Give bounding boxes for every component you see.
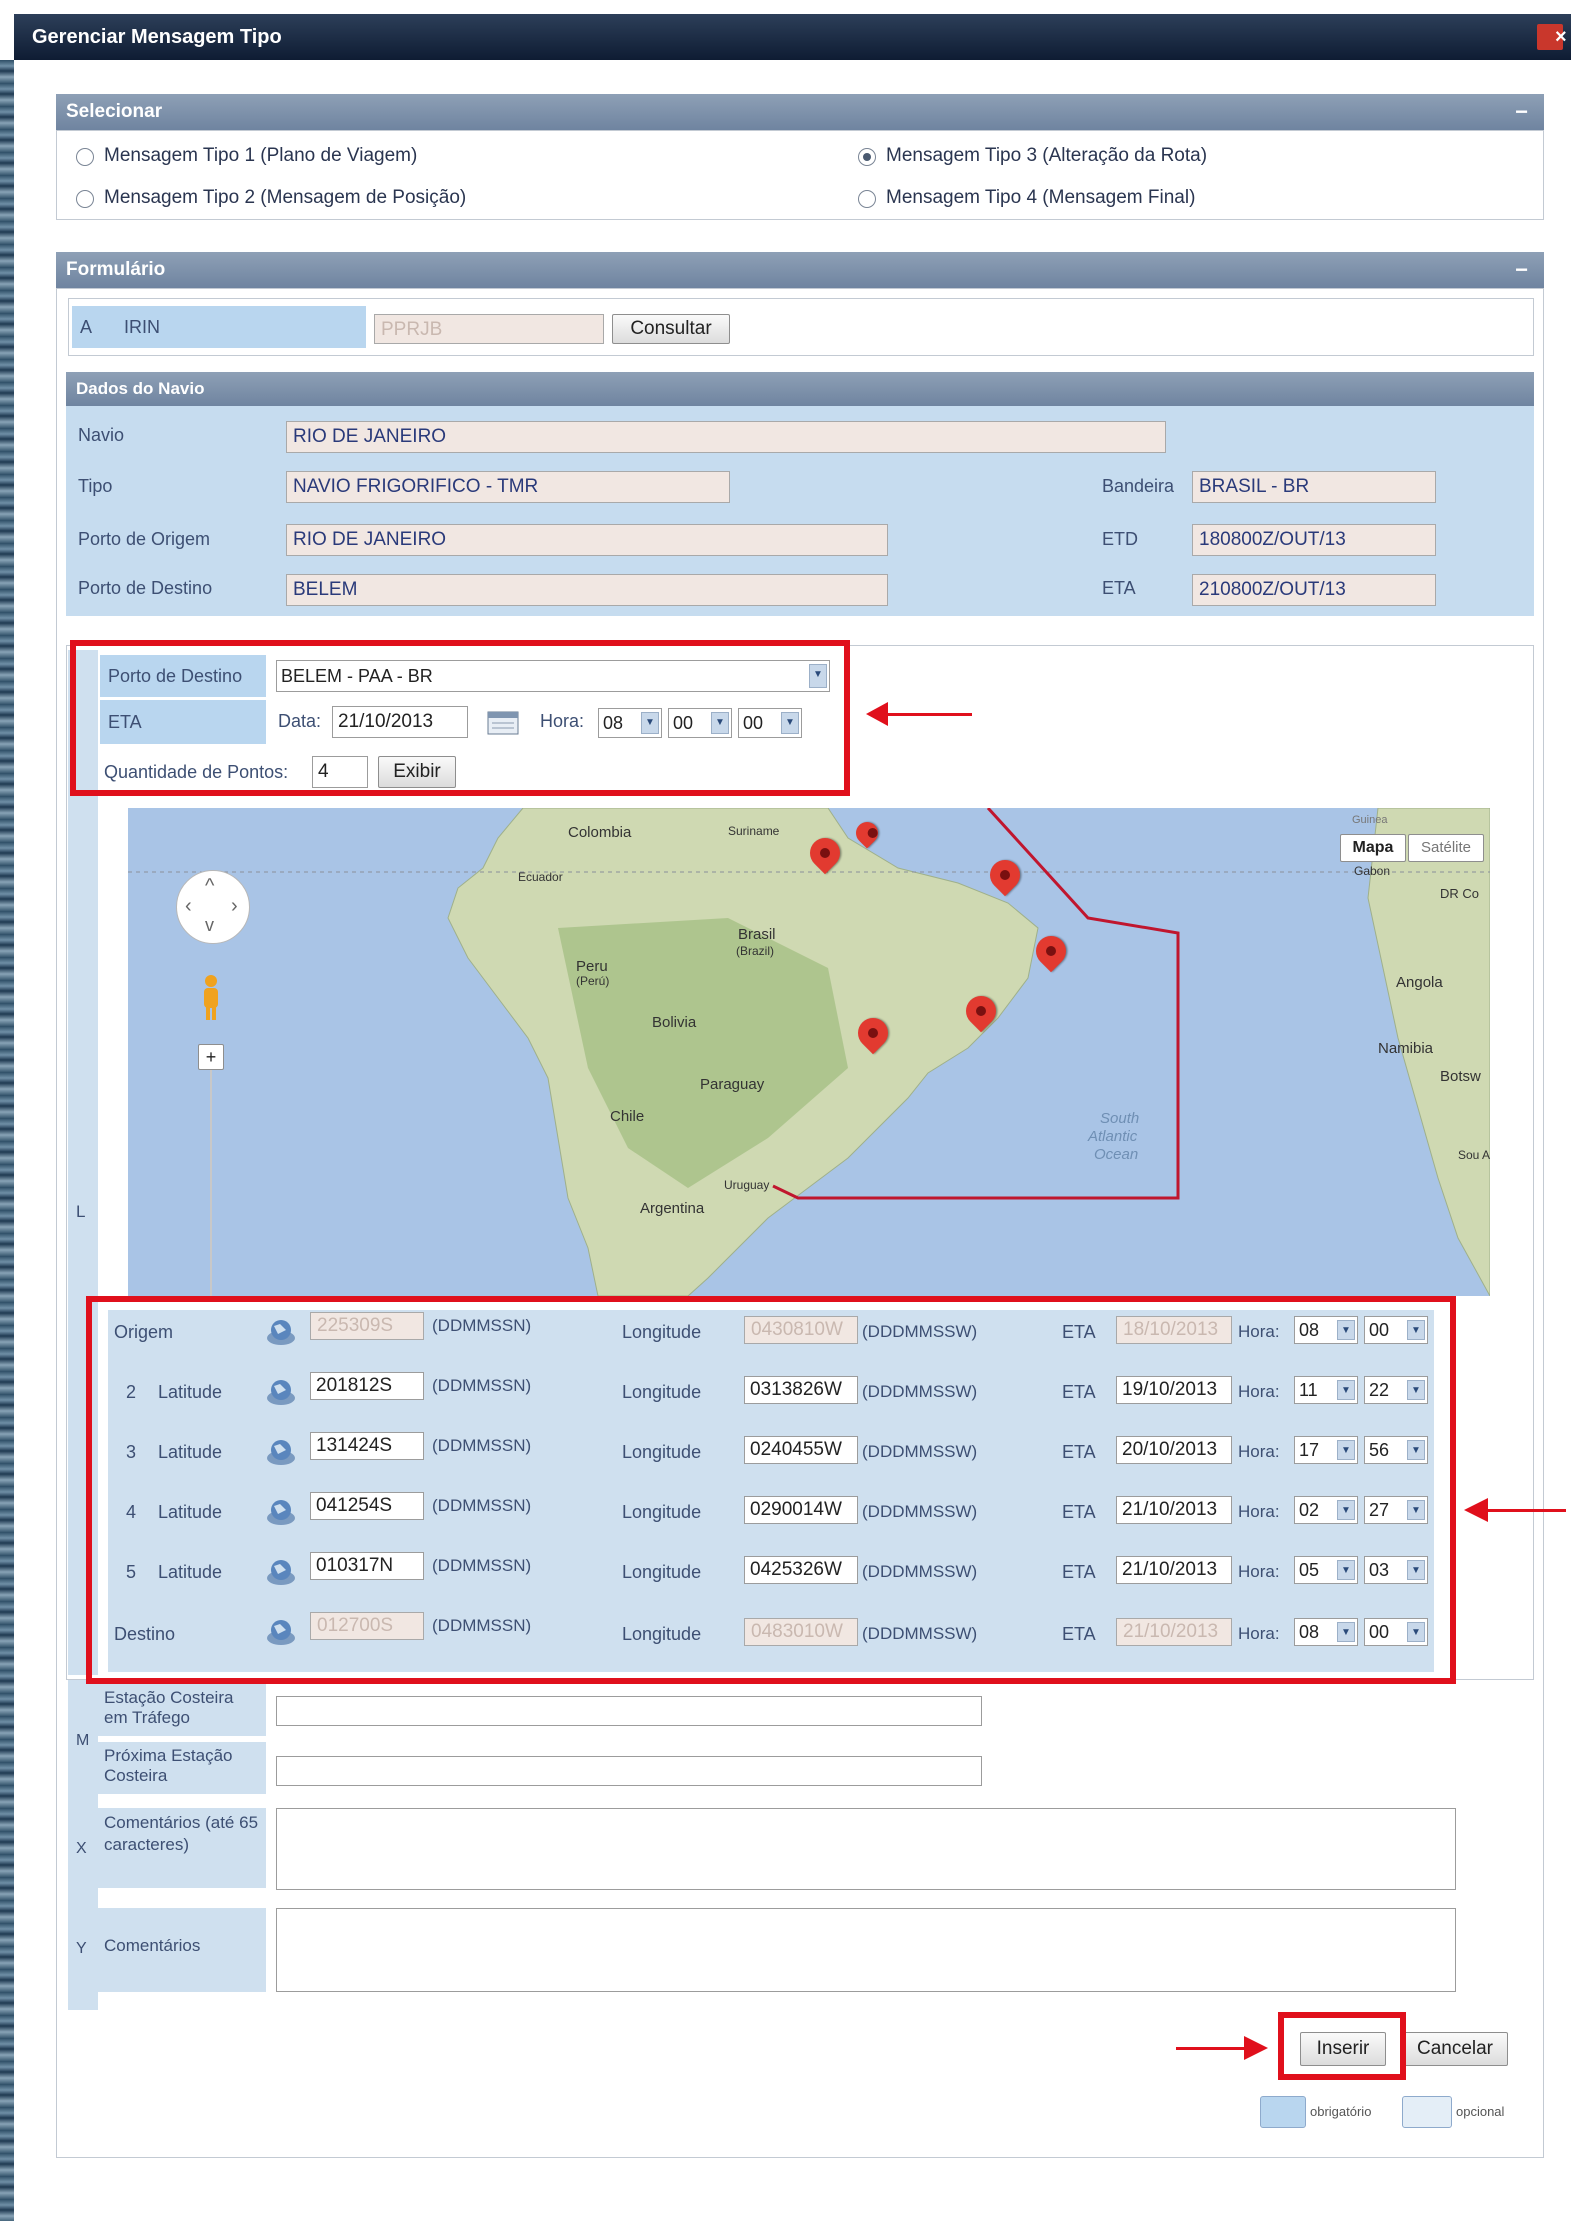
map-label: Guinea: [1352, 814, 1388, 826]
map-label: Ocean: [1094, 1146, 1139, 1163]
origem-label: Porto de Origem: [78, 529, 211, 549]
radio-tipo2[interactable]: [76, 190, 94, 208]
irin-label: IRIN: [116, 306, 366, 348]
arrow-head-icon: [1244, 2036, 1268, 2060]
mapa-button[interactable]: Mapa: [1340, 834, 1406, 862]
window-title: Gerenciar Mensagem Tipo: [32, 26, 282, 48]
dados-navio-header: Dados do Navio: [66, 372, 1534, 406]
radio-tipo1-label: Mensagem Tipo 1 (Plano de Viagem): [104, 145, 418, 166]
collapse-icon[interactable]: −: [1505, 252, 1528, 288]
map-label: Peru: [576, 958, 608, 975]
highlight-box-rota: [70, 640, 850, 796]
pan-control[interactable]: ^ ‹ › v: [176, 870, 250, 944]
map-label: (Brazil): [736, 944, 774, 958]
highlight-box-inserir: [1278, 2012, 1406, 2080]
arrow-head-icon: [1464, 1498, 1488, 1522]
bandeira-label: Bandeira: [1102, 476, 1175, 496]
eta-label: ETA: [1102, 578, 1136, 598]
pan-right-icon[interactable]: ›: [231, 895, 238, 918]
arrow-icon: [880, 713, 972, 716]
navio-label: Navio: [78, 425, 125, 445]
formulario-title: Formulário: [66, 259, 166, 280]
map-label: Chile: [610, 1108, 645, 1125]
tipo-value: NAVIO FRIGORIFICO - TMR: [286, 471, 730, 503]
m-letter: M: [76, 1732, 90, 1749]
legend-optional-label: opcional: [1456, 2104, 1505, 2119]
estacao-trafego-label: Estação Costeira em Tráfego: [98, 1684, 266, 1736]
map-label: DR Co: [1440, 886, 1480, 901]
highlight-box-pontos: [86, 1296, 1456, 1684]
consultar-button[interactable]: Consultar: [612, 314, 730, 344]
arrow-head-icon: [866, 702, 888, 726]
radio-tipo2-label: Mensagem Tipo 2 (Mensagem de Posição): [104, 187, 467, 208]
map-label: Bolivia: [652, 1014, 697, 1031]
pan-down-icon[interactable]: v: [205, 915, 214, 936]
destino-value: BELEM: [286, 574, 888, 606]
map-label: Atlantic: [1088, 1128, 1138, 1145]
map-label: Botsw: [1440, 1068, 1481, 1085]
map-label: Uruguay: [724, 1178, 770, 1192]
map-label: Namibia: [1378, 1040, 1434, 1057]
etd-label: ETD: [1102, 529, 1138, 549]
map-label: Sou Afr: [1458, 1148, 1490, 1162]
street-view-icon[interactable]: [200, 974, 222, 1022]
window-titlebar: Gerenciar Mensagem Tipo ×: [14, 14, 1571, 60]
radio-tipo4-label: Mensagem Tipo 4 (Mensagem Final): [886, 187, 1196, 208]
map-label: (Perú): [576, 974, 610, 988]
map-label: Colombia: [568, 824, 632, 841]
comentarios-65-label: Comentários (até 65 caracteres): [98, 1808, 266, 1888]
proxima-estacao-label: Próxima Estação Costeira: [98, 1742, 266, 1794]
zoom-in-button[interactable]: +: [198, 1044, 224, 1070]
map-label: Argentina: [640, 1200, 705, 1217]
map-label: Gabon: [1354, 864, 1391, 878]
tipo-label: Tipo: [78, 476, 113, 496]
arrow-icon: [1486, 1509, 1566, 1512]
irin-input[interactable]: PPRJB: [374, 314, 604, 344]
eta-value: 210800Z/OUT/13: [1192, 574, 1436, 606]
etd-value: 180800Z/OUT/13: [1192, 524, 1436, 556]
radio-tipo3-label: Mensagem Tipo 3 (Alteração da Rota): [886, 145, 1208, 166]
formulario-header[interactable]: Formulário −: [56, 252, 1544, 288]
map-label: Ecuador: [518, 870, 563, 884]
estacao-trafego-input[interactable]: [276, 1696, 982, 1726]
pan-left-icon[interactable]: ‹: [185, 895, 192, 918]
route-map[interactable]: Colombia Suriname Ecuador Brasil (Brazil…: [128, 808, 1490, 1296]
irin-letter: A: [72, 306, 116, 348]
map-label: South: [1100, 1110, 1140, 1127]
comentarios-label: Comentários: [98, 1908, 266, 1992]
map-label: Brasil: [738, 926, 776, 943]
arrow-icon: [1176, 2047, 1246, 2050]
cancelar-button[interactable]: Cancelar: [1402, 2032, 1508, 2066]
comentarios-65-textarea[interactable]: [276, 1808, 1456, 1890]
collapse-icon[interactable]: −: [1505, 94, 1528, 130]
zoom-slider-track[interactable]: [210, 1070, 212, 1296]
legend-required-label: obrigatório: [1310, 2104, 1372, 2119]
radio-tipo1[interactable]: [76, 148, 94, 166]
map-label: Paraguay: [700, 1076, 765, 1093]
comentarios-textarea[interactable]: [276, 1908, 1456, 1992]
selecionar-header[interactable]: Selecionar −: [56, 94, 1544, 130]
navio-value: RIO DE JANEIRO: [286, 421, 1166, 453]
close-icon[interactable]: ×: [1537, 24, 1567, 50]
radio-tipo4[interactable]: [858, 190, 876, 208]
map-label: Angola: [1396, 974, 1443, 991]
window-edge: [0, 60, 14, 2221]
dados-navio-title: Dados do Navio: [76, 379, 205, 398]
y-letter: Y: [76, 1940, 87, 1957]
legend-optional-swatch: [1402, 2096, 1452, 2128]
origem-value: RIO DE JANEIRO: [286, 524, 888, 556]
bandeira-value: BRASIL - BR: [1192, 471, 1436, 503]
x-letter: X: [76, 1840, 87, 1857]
proxima-estacao-input[interactable]: [276, 1756, 982, 1786]
radio-tipo3[interactable]: [858, 148, 876, 166]
destino-label: Porto de Destino: [78, 578, 213, 598]
map-label: Suriname: [728, 824, 780, 838]
pan-up-icon[interactable]: ^: [205, 875, 214, 898]
selecionar-title: Selecionar: [66, 101, 163, 122]
legend-required-swatch: [1260, 2096, 1306, 2128]
satelite-button[interactable]: Satélite: [1408, 834, 1484, 862]
l-letter: L: [76, 1202, 86, 1221]
